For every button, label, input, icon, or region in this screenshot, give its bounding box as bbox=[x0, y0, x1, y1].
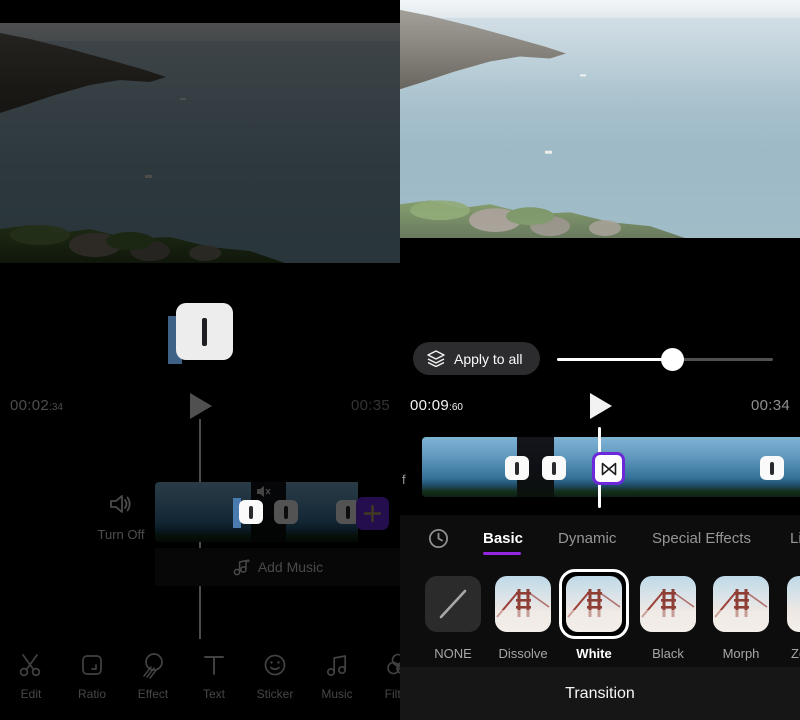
transition-label-selected: White bbox=[576, 646, 612, 661]
transition-marker[interactable] bbox=[542, 456, 566, 480]
transition-option-zoom[interactable] bbox=[787, 576, 800, 632]
bridge-thumbnail bbox=[787, 576, 800, 632]
transition-label: Black bbox=[652, 646, 684, 661]
clock-icon[interactable] bbox=[428, 528, 449, 549]
video-editor-composite: 00:02:34 00:35 Turn Off bbox=[0, 0, 800, 720]
none-icon bbox=[439, 589, 467, 619]
duration-slider-fill bbox=[557, 358, 672, 361]
timeline-clip[interactable] bbox=[608, 437, 772, 497]
apply-to-all-label: Apply to all bbox=[454, 350, 523, 367]
tab-light[interactable]: Light bbox=[790, 530, 800, 547]
transition-bowtie-icon bbox=[601, 462, 616, 475]
apply-to-all-button[interactable]: Apply to all bbox=[413, 342, 541, 375]
transition-option-black[interactable] bbox=[640, 576, 696, 632]
transition-marker[interactable] bbox=[760, 456, 784, 480]
layers-icon bbox=[427, 350, 445, 367]
timeline[interactable] bbox=[400, 427, 800, 508]
bridge-icon bbox=[713, 589, 769, 632]
duration-slider-track[interactable] bbox=[557, 348, 773, 371]
coastline-photo bbox=[400, 0, 800, 238]
transition-option-dissolve[interactable] bbox=[495, 576, 551, 632]
transition-option-white[interactable] bbox=[566, 576, 622, 632]
transition-label: Zoom bbox=[791, 646, 800, 661]
transition-label: Morph bbox=[722, 646, 760, 661]
active-tab-underline bbox=[483, 552, 521, 555]
right-transition-screen: Apply to all 00:09:60 00:34 f Basic Dyna… bbox=[400, 0, 800, 720]
right-video-preview[interactable] bbox=[400, 0, 800, 238]
tab-dynamic[interactable]: Dynamic bbox=[558, 530, 616, 547]
bridge-icon bbox=[566, 589, 622, 632]
panel-title: Transition bbox=[565, 684, 635, 702]
transition-bar-glyph bbox=[202, 317, 207, 346]
tab-special-effects[interactable]: Special Effects bbox=[652, 530, 751, 547]
transition-label: NONE bbox=[434, 646, 472, 661]
play-button[interactable] bbox=[590, 393, 612, 419]
dim-overlay bbox=[0, 0, 400, 720]
transition-marker[interactable] bbox=[505, 456, 529, 480]
panel-bottom-bar: Transition bbox=[400, 667, 800, 720]
selected-transition-marker[interactable] bbox=[592, 452, 625, 485]
bridge-icon bbox=[640, 589, 696, 632]
transition-drag-ghost[interactable] bbox=[176, 303, 233, 360]
tab-basic[interactable]: Basic bbox=[483, 530, 523, 547]
transition-option-morph[interactable] bbox=[713, 576, 769, 632]
timeline-clip[interactable] bbox=[422, 437, 517, 497]
active-transition-marker[interactable] bbox=[239, 500, 263, 524]
total-duration: 00:34 bbox=[750, 397, 790, 414]
elapsed-time: 00:09:60 bbox=[410, 397, 463, 414]
duration-slider-thumb[interactable] bbox=[661, 348, 684, 371]
transition-option-none[interactable] bbox=[425, 576, 481, 632]
transition-label: Dissolve bbox=[498, 646, 548, 661]
bridge-icon bbox=[495, 589, 551, 632]
left-editor-screen: 00:02:34 00:35 Turn Off bbox=[0, 0, 400, 720]
